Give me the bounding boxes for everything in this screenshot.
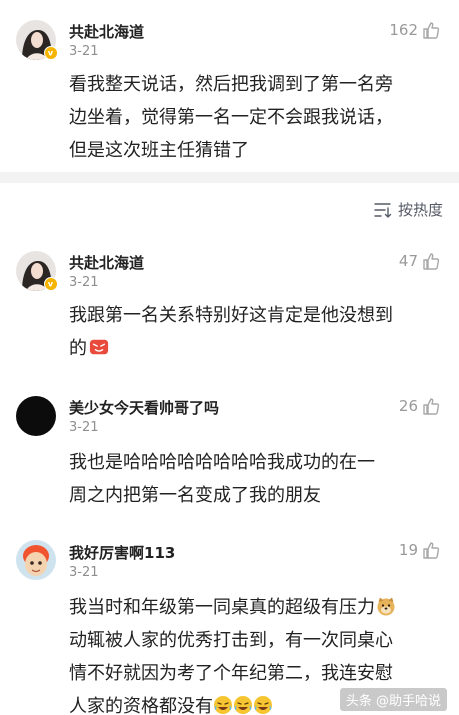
thumbs-up-icon[interactable] (421, 251, 441, 271)
thumbs-up-icon[interactable] (421, 540, 441, 560)
comment-text: 我也是哈哈哈哈哈哈哈哈我成功的在一 周之内把第一名变成了我的朋友 (69, 446, 444, 512)
comment-date: 3-21 (69, 275, 99, 290)
comment-line-text: 的 (69, 338, 87, 359)
section-divider (0, 172, 459, 183)
laugh-cry-emoji-icon (253, 695, 273, 715)
comment-line: 边坐着，觉得第一名一定不会跟我说话， (69, 107, 393, 128)
like-button[interactable]: 162 (389, 20, 441, 40)
sort-label: 按热度 (397, 201, 443, 219)
comment-line: 看我整天说话，然后把我调到了第一名旁 (69, 74, 393, 95)
like-button[interactable]: 19 (394, 540, 441, 560)
svg-text:v: v (48, 48, 54, 58)
sort-button[interactable]: 按热度 (374, 199, 443, 220)
comment-text: 我跟第一名关系特别好这肯定是他没想到 的 (69, 299, 444, 365)
comment-line: 但是这次班主任猜错了 (69, 140, 249, 161)
like-button[interactable]: 47 (394, 251, 441, 271)
laugh-cry-emoji-icon (233, 695, 253, 715)
comment-line: 动辄被人家的优秀打击到，有一次同桌心 (69, 630, 393, 651)
watermark: 头条 @助手哈说 (339, 688, 447, 711)
comment-line: 我跟第一名关系特别好这肯定是他没想到 (69, 305, 393, 326)
comment-date: 3-21 (69, 44, 99, 59)
doge-emoji-icon (376, 596, 396, 616)
thumbs-up-icon[interactable] (421, 396, 441, 416)
comment-line-text: 人家的资格都没有 (69, 696, 213, 715)
verified-badge-icon: v (44, 46, 58, 60)
svg-text:v: v (48, 279, 54, 289)
avatar[interactable] (16, 396, 56, 436)
avatar[interactable] (16, 540, 56, 580)
like-button[interactable]: 26 (394, 396, 441, 416)
comment-text: 看我整天说话，然后把我调到了第一名旁 边坐着，觉得第一名一定不会跟我说话， 但是… (69, 68, 444, 167)
comment-date: 3-21 (69, 420, 99, 435)
like-count: 19 (398, 541, 418, 559)
comment-line: 周之内把第一名变成了我的朋友 (69, 485, 321, 506)
username[interactable]: 美少女今天看帅哥了吗 (69, 397, 219, 418)
laugh-cry-emoji-icon (213, 695, 233, 715)
comment-line-text: 我当时和年级第一同桌真的超级有压力 (69, 597, 375, 618)
username[interactable]: 我好厉害啊113 (69, 542, 175, 563)
sort-list-icon (374, 202, 392, 218)
like-count: 162 (389, 21, 418, 39)
verified-badge-icon: v (44, 277, 58, 291)
like-count: 47 (398, 252, 418, 270)
shy-sticker-icon (89, 337, 111, 357)
comment-line: 我当时和年级第一同桌真的超级有压力 (69, 591, 444, 624)
username[interactable]: 共赴北海道 (69, 21, 144, 42)
like-count: 26 (398, 397, 418, 415)
comment-line: 我也是哈哈哈哈哈哈哈哈我成功的在一 (69, 452, 375, 473)
username[interactable]: 共赴北海道 (69, 252, 144, 273)
comment-line: 的 (69, 332, 444, 365)
comment-line: 情不好就因为考了个年纪第二，我连安慰 (69, 663, 393, 684)
thumbs-up-icon[interactable] (421, 20, 441, 40)
comment-date: 3-21 (69, 565, 99, 580)
